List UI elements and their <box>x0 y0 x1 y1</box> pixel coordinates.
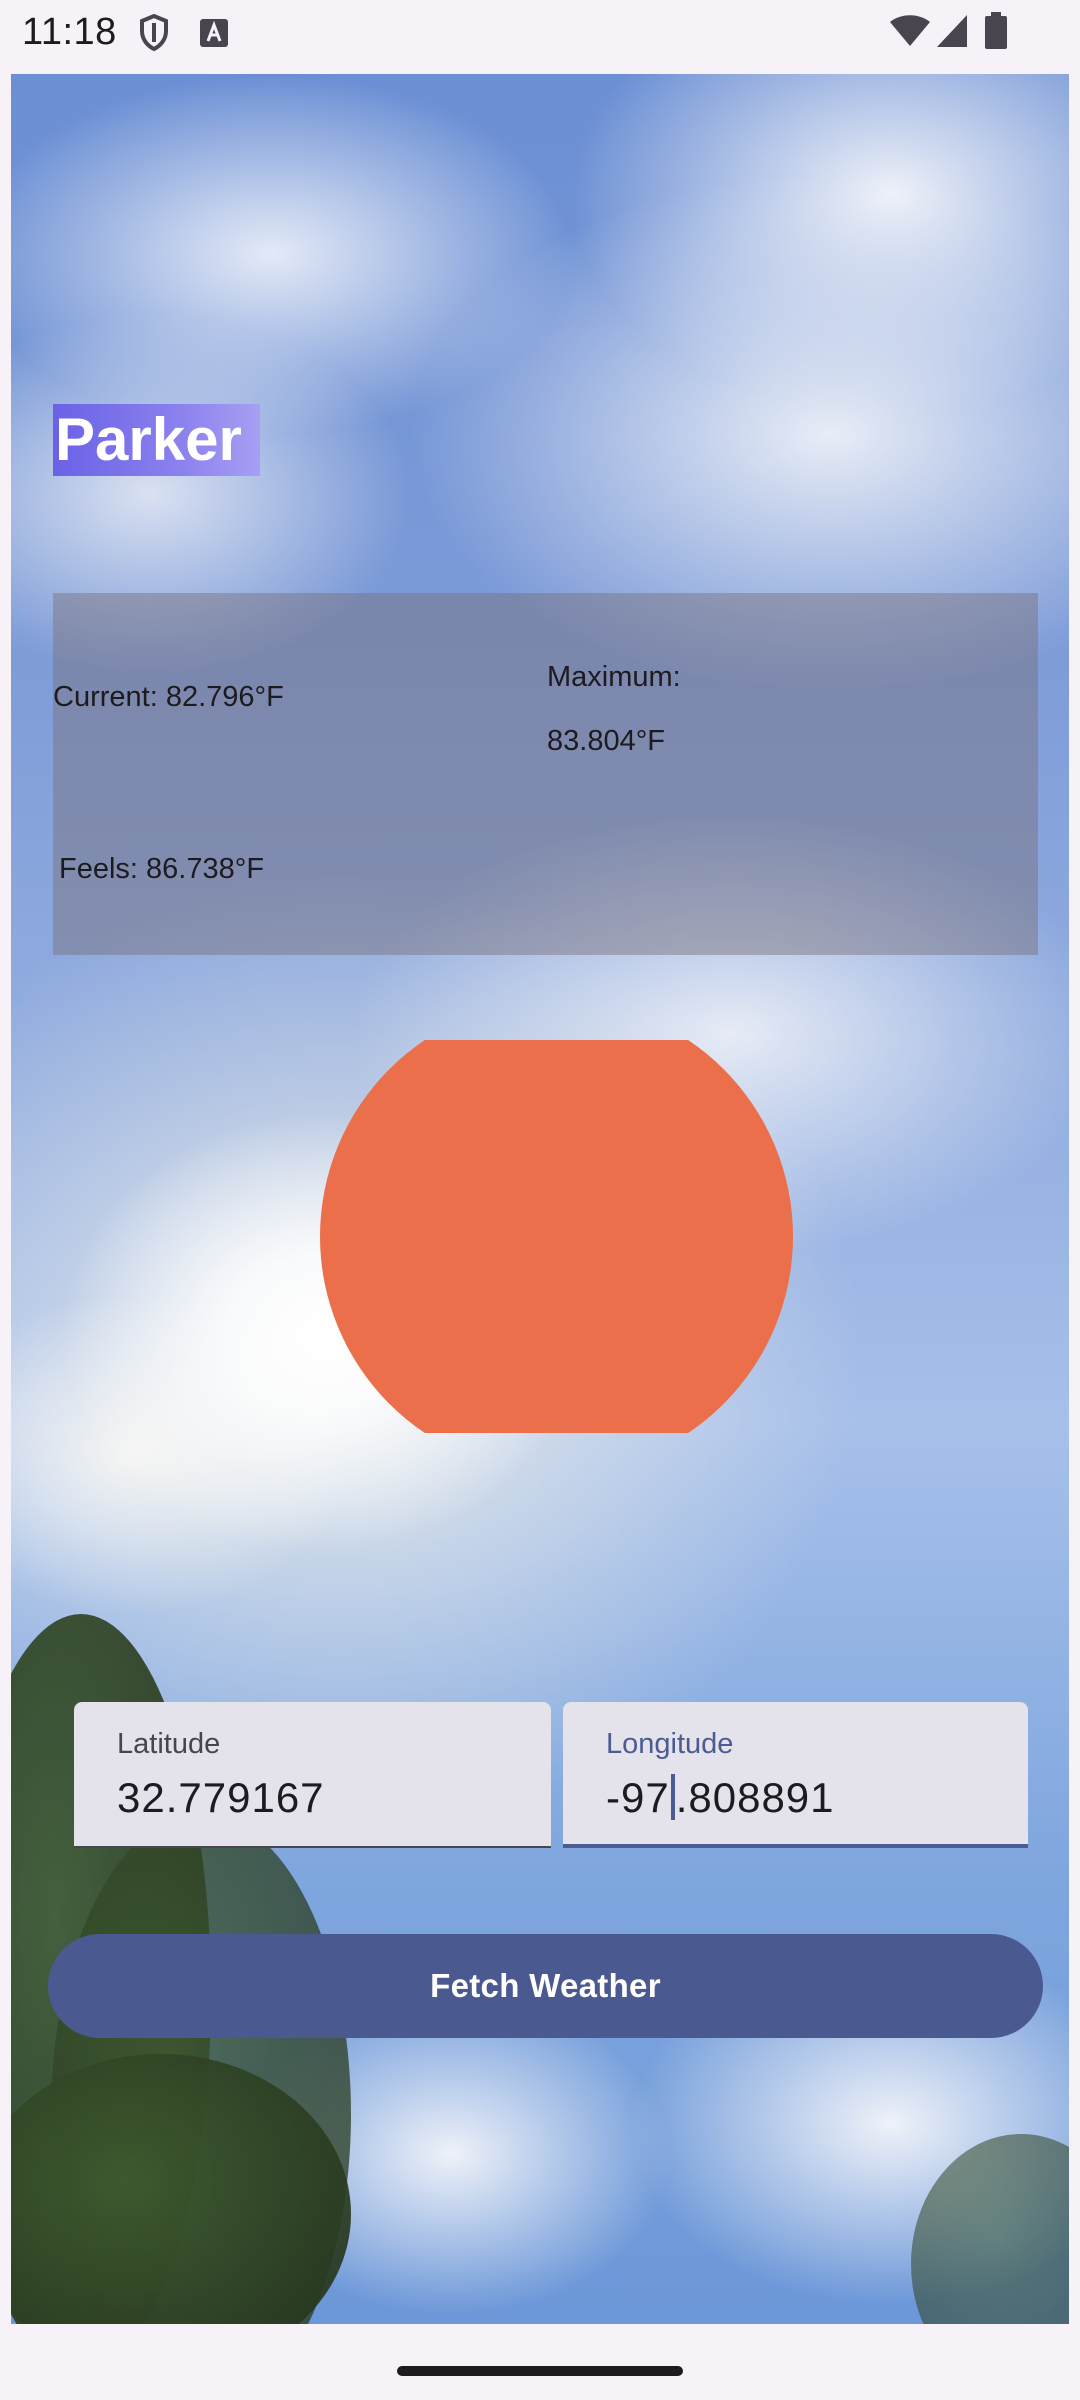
text-cursor <box>670 1774 675 1820</box>
status-bar: 11:18 <box>0 0 1080 72</box>
status-time: 11:18 <box>22 11 117 53</box>
shield-icon <box>140 14 168 52</box>
wifi-icon <box>890 15 930 46</box>
city-name: Parker <box>53 404 260 476</box>
weather-info-panel: Current: 82.796°F Maximum: 83.804°F Feel… <box>53 593 1038 955</box>
sun-disc-icon <box>320 1040 793 1433</box>
longitude-value[interactable]: -97.808891 <box>606 1772 835 1824</box>
latitude-value[interactable]: 32.779167 <box>117 1772 325 1824</box>
latitude-label: Latitude <box>117 1728 221 1760</box>
longitude-label: Longitude <box>606 1728 734 1760</box>
navigation-bar <box>0 2324 1080 2400</box>
feels-like-temperature: Feels: 86.738°F <box>59 853 265 885</box>
longitude-value-before-cursor: -97 <box>606 1774 670 1821</box>
longitude-field[interactable]: Longitude -97.808891 <box>563 1702 1028 1848</box>
latitude-field[interactable]: Latitude 32.779167 <box>74 1702 551 1848</box>
longitude-value-after-cursor: .808891 <box>675 1774 835 1821</box>
maximum-temperature-value: 83.804°F <box>547 725 666 757</box>
maximum-temperature-label: Maximum: <box>547 661 681 693</box>
signal-icon <box>937 15 967 47</box>
home-indicator[interactable] <box>397 2366 683 2376</box>
current-temperature: Current: 82.796°F <box>53 681 284 713</box>
fetch-weather-button[interactable]: Fetch Weather <box>48 1934 1043 2038</box>
battery-icon <box>985 12 1007 49</box>
text-a-icon <box>200 19 228 47</box>
